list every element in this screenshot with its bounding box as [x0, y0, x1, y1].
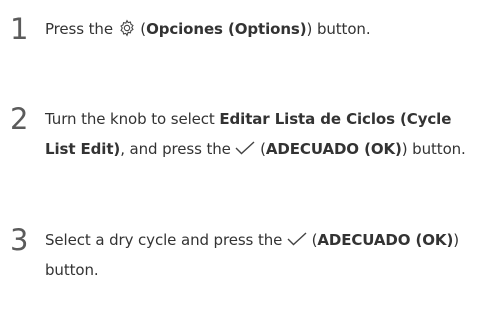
step-number: 1 [10, 12, 29, 46]
step-instruction: Select a dry cycle and press the (ADECUA… [45, 225, 477, 285]
step-number: 2 [10, 102, 29, 136]
button-name: Opciones (Options) [146, 20, 307, 38]
instruction-text: Press the [45, 20, 118, 38]
instruction-text: Select a dry cycle and press the [45, 231, 287, 249]
button-name: ADECUADO (OK) [265, 140, 402, 158]
checkmark-icon [287, 231, 307, 246]
instruction-text: ( [135, 20, 147, 38]
checkmark-icon [235, 140, 255, 155]
step-number: 3 [10, 223, 29, 257]
step-instruction: Turn the knob to select Editar Lista de … [45, 104, 477, 164]
instruction-text: , and press the [120, 140, 236, 158]
gear-icon [118, 18, 136, 37]
step-instruction: Press the (Opciones (Options)) button. [45, 14, 477, 44]
instruction-text: ) button. [401, 140, 466, 158]
instruction-text: ) button. [306, 20, 371, 38]
instruction-text: ( [255, 140, 266, 158]
instruction-text: Turn the knob to select [45, 110, 220, 128]
button-name: ADECUADO (OK) [317, 231, 454, 249]
instruction-text: ( [306, 231, 318, 249]
